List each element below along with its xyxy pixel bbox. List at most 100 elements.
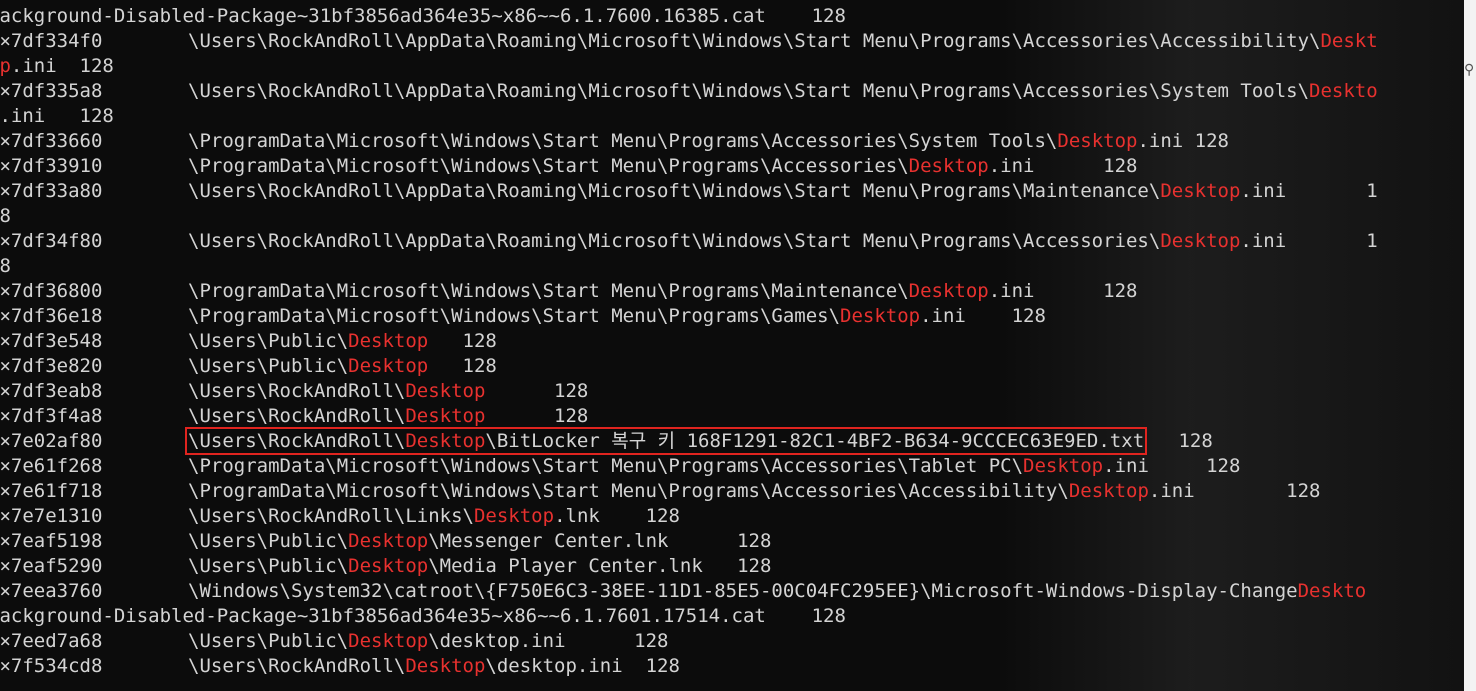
path-text: \Users\RockAndRoll\ xyxy=(188,655,406,677)
search-match: Desktop xyxy=(1160,230,1241,252)
path-suffix: \Messenger Center.lnk 128 xyxy=(428,530,772,552)
search-match: Desktop xyxy=(1057,130,1138,152)
memory-address: 0×7e02af80 xyxy=(0,430,103,452)
path-suffix: .ini 1 xyxy=(1240,180,1378,202)
path-text: \ProgramData\Microsoft\Windows\Start Men… xyxy=(188,155,909,177)
memory-address: 0×7df3f4a8 xyxy=(0,405,103,427)
path-text: \Users\RockAndRoll\AppData\Roaming\Micro… xyxy=(188,80,1310,102)
file-path: \ProgramData\Microsoft\Windows\Start Men… xyxy=(188,155,1137,177)
file-path: \ProgramData\Microsoft\Windows\Start Men… xyxy=(188,480,1320,502)
path-text: \Users\RockAndRoll\AppData\Roaming\Micro… xyxy=(188,30,1321,52)
search-match: Desktop xyxy=(405,405,486,427)
file-path: \Users\Public\Desktop\Media Player Cente… xyxy=(188,555,771,577)
terminal-line: 0×7df3f4a8 \Users\RockAndRoll\Desktop 128 xyxy=(0,404,1448,429)
terminal-line: 0×7df3eab8 \Users\RockAndRoll\Desktop 128 xyxy=(0,379,1448,404)
search-match: Desktop xyxy=(348,630,429,652)
memory-address: 0×7df3eab8 xyxy=(0,380,103,402)
path-suffix: \BitLocker 복구 키 168F1291-82C1-4BF2-B634-… xyxy=(485,430,1145,452)
terminal-line: op.ini 128 xyxy=(0,54,1448,79)
path-text: \ProgramData\Microsoft\Windows\Start Men… xyxy=(188,280,909,302)
memory-address: 0×7df335a8 xyxy=(0,80,103,102)
path-text: Background-Disabled-Package~31bf3856ad36… xyxy=(0,605,846,627)
memory-address: 0×7eea3760 xyxy=(0,580,103,602)
terminal-line: 0×7e7e1310 \Users\RockAndRoll\Links\Deskt… xyxy=(0,504,1448,529)
path-suffix: .ini 128 xyxy=(10,55,114,77)
file-path: \ProgramData\Microsoft\Windows\Start Men… xyxy=(188,130,1229,152)
search-match: Desktop xyxy=(405,380,486,402)
path-suffix: 128 xyxy=(428,355,497,377)
file-path: \Users\RockAndRoll\Desktop\desktop.ini 1… xyxy=(188,655,680,677)
path-suffix: .ini 128 xyxy=(920,305,1046,327)
file-path: \Users\RockAndRoll\Desktop 128 xyxy=(188,405,588,427)
terminal-line: Background-Disabled-Package~31bf3856ad36… xyxy=(0,604,1448,629)
search-match: Deskto xyxy=(1309,80,1378,102)
file-path: \Users\RockAndRoll\AppData\Roaming\Micro… xyxy=(188,180,1378,202)
file-path: 28 xyxy=(0,205,11,227)
terminal-line: 0×7df3e820 \Users\Public\Desktop 128 xyxy=(0,354,1448,379)
search-match: Desktop xyxy=(1068,480,1149,502)
terminal-line: 0×7df335a8 \Users\RockAndRoll\AppData\Roa… xyxy=(0,79,1448,104)
path-text: \Users\RockAndRoll\ xyxy=(188,405,406,427)
path-suffix: 128 xyxy=(485,405,589,427)
path-text: \Users\RockAndRoll\AppData\Roaming\Micro… xyxy=(188,230,1161,252)
path-text: \ProgramData\Microsoft\Windows\Start Men… xyxy=(188,130,1058,152)
path-text: \Windows\System32\catroot\{F750E6C3-38EE… xyxy=(188,580,1298,602)
file-path: op.ini 128 xyxy=(0,55,114,77)
search-match: Desktop xyxy=(473,505,555,527)
terminal-line: p.ini 128 xyxy=(0,104,1448,129)
memory-address: 0×7df3e548 xyxy=(0,330,103,352)
file-path: Background-Disabled-Package~31bf3856ad36… xyxy=(0,605,846,627)
terminal-line: 0×7df33660 \ProgramData\Microsoft\Windows… xyxy=(0,129,1448,154)
file-path: p.ini 128 xyxy=(0,105,114,127)
file-path: \ProgramData\Microsoft\Windows\Start Men… xyxy=(188,305,1046,327)
memory-address: 0×7f534cd8 xyxy=(0,655,103,677)
path-text: \Users\RockAndRoll\ xyxy=(188,430,406,452)
terminal-line: 0×7df334f0 \Users\RockAndRoll\AppData\Roa… xyxy=(0,29,1448,54)
file-path: \Users\Public\Desktop\Messenger Center.l… xyxy=(188,530,771,552)
path-suffix: .ini 128 xyxy=(1103,455,1241,477)
terminal-line: 0×7df34f80 \Users\RockAndRoll\AppData\Roa… xyxy=(0,229,1448,254)
path-text: 28 xyxy=(0,205,11,227)
adjacent-window-edge xyxy=(1464,0,1476,691)
search-match: Desktop xyxy=(348,355,429,377)
memory-address: 0×7df334f0 xyxy=(0,30,103,52)
path-suffix: \Media Player Center.lnk 128 xyxy=(428,555,772,577)
path-text: \Users\RockAndRoll\Links\ xyxy=(188,505,474,527)
path-suffix: \desktop.ini 128 xyxy=(428,630,669,652)
memory-address: 0×7df36e18 xyxy=(0,305,103,327)
path-suffix: .ini 128 xyxy=(988,280,1138,302)
path-text: \Users\Public\ xyxy=(188,355,349,377)
search-match: Desktop xyxy=(405,430,486,452)
file-path: 28 xyxy=(0,255,11,277)
path-text: Background-Disabled-Package~31bf3856ad36… xyxy=(0,5,846,27)
path-text: \ProgramData\Microsoft\Windows\Start Men… xyxy=(188,305,841,327)
path-suffix: .ini 128 xyxy=(988,155,1138,177)
search-match: Desktop xyxy=(348,530,429,552)
memory-address: 0×7df33660 xyxy=(0,130,103,152)
file-path: \Users\RockAndRoll\AppData\Roaming\Micro… xyxy=(188,30,1378,52)
terminal-line: 0×7df33a80 \Users\RockAndRoll\AppData\Roa… xyxy=(0,179,1448,204)
path-suffix: .ini 128 xyxy=(0,105,114,127)
file-path: \Users\RockAndRoll\AppData\Roaming\Micro… xyxy=(188,80,1378,102)
file-path: \ProgramData\Microsoft\Windows\Start Men… xyxy=(188,280,1137,302)
terminal-output[interactable]: Background-Disabled-Package~31bf3856ad36… xyxy=(0,4,1448,679)
memory-address: 0×7df3e820 xyxy=(0,355,103,377)
search-match: Deskto xyxy=(1297,580,1367,602)
path-text: \ProgramData\Microsoft\Windows\Start Men… xyxy=(188,480,1069,502)
search-match: Desktop xyxy=(840,305,921,327)
highlighted-bitlocker-path: \Users\RockAndRoll\Desktop\BitLocker 복구 … xyxy=(184,427,1148,455)
path-text: \Users\Public\ xyxy=(188,630,349,652)
path-text: \Users\RockAndRoll\ xyxy=(188,380,406,402)
file-path: \Windows\System32\catroot\{F750E6C3-38EE… xyxy=(188,580,1366,602)
file-path: \Users\RockAndRoll\Desktop 128 xyxy=(188,380,588,402)
terminal-line: 0×7df36800 \ProgramData\Microsoft\Windows… xyxy=(0,279,1448,304)
memory-address: 0×7e7e1310 xyxy=(0,505,103,527)
search-match: Desktop xyxy=(908,280,989,302)
path-text: \Users\Public\ xyxy=(188,530,349,552)
memory-address: 0×7df36800 xyxy=(0,280,103,302)
terminal-line: 0×7f534cd8 \Users\RockAndRoll\Desktop\des… xyxy=(0,654,1448,679)
search-match: Desktop xyxy=(348,555,429,577)
path-suffix: \desktop.ini 128 xyxy=(485,655,680,677)
file-path: \Users\Public\Desktop 128 xyxy=(188,355,497,377)
path-suffix: 128 xyxy=(428,330,497,352)
